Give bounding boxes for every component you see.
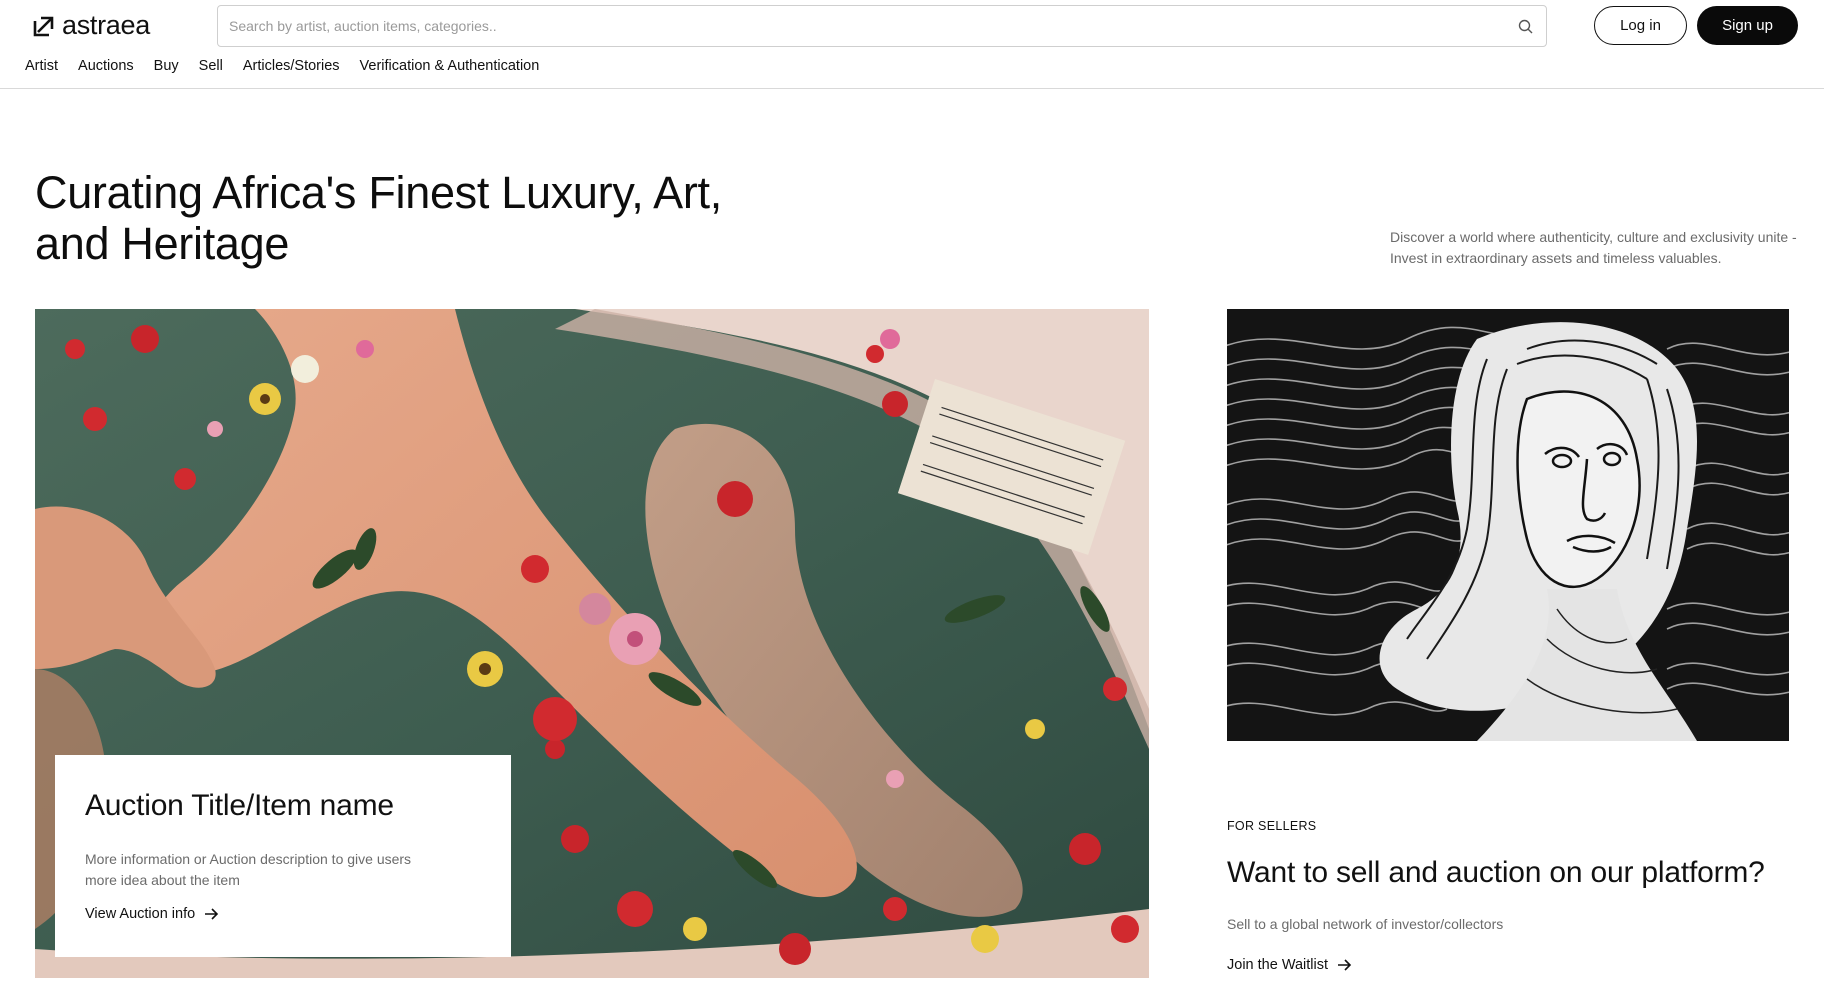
arrow-right-icon [1338, 959, 1352, 971]
view-auction-link[interactable]: View Auction info [85, 906, 219, 922]
sellers-title: Want to sell and auction on our platform… [1227, 856, 1765, 889]
featured-artwork-image[interactable] [1227, 309, 1789, 741]
nav-item-buy[interactable]: Buy [154, 58, 179, 74]
join-waitlist-link[interactable]: Join the Waitlist [1227, 957, 1352, 973]
auction-description: More information or Auction description … [85, 851, 412, 888]
nav-item-verification[interactable]: Verification & Authentication [360, 58, 540, 74]
nav-item-sell[interactable]: Sell [199, 58, 223, 74]
brand-name: astraea [62, 10, 150, 40]
site-header: astraea Log in Sign up Artist Auctions B… [0, 0, 1824, 89]
nav-item-auctions[interactable]: Auctions [78, 58, 134, 74]
signup-button[interactable]: Sign up [1697, 6, 1798, 45]
arrow-up-right-square-icon [33, 16, 54, 36]
search-input[interactable] [218, 6, 1504, 46]
main-nav: Artist Auctions Buy Sell Articles/Storie… [25, 58, 559, 74]
sellers-description: Sell to a global network of investor/col… [1227, 916, 1504, 932]
nav-item-artist[interactable]: Artist [25, 58, 58, 74]
join-waitlist-label: Join the Waitlist [1227, 957, 1328, 973]
auction-title: Auction Title/Item name [85, 789, 394, 822]
sellers-eyebrow: FOR SELLERS [1227, 819, 1317, 833]
search-icon [1518, 19, 1532, 33]
brand-logo[interactable]: astraea [33, 10, 150, 41]
hero-title: Curating Africa's Finest Luxury, Art, an… [35, 167, 722, 269]
login-button[interactable]: Log in [1594, 6, 1687, 45]
nav-item-articles[interactable]: Articles/Stories [243, 58, 340, 74]
auction-card: Auction Title/Item name More information… [55, 755, 511, 957]
search-bar [217, 5, 1547, 47]
hero-description: Discover a world where authenticity, cul… [1390, 229, 1797, 266]
view-auction-label: View Auction info [85, 906, 196, 922]
woman-portrait-illustration [1227, 309, 1789, 741]
arrow-right-icon [205, 908, 219, 920]
search-button[interactable] [1504, 6, 1546, 46]
